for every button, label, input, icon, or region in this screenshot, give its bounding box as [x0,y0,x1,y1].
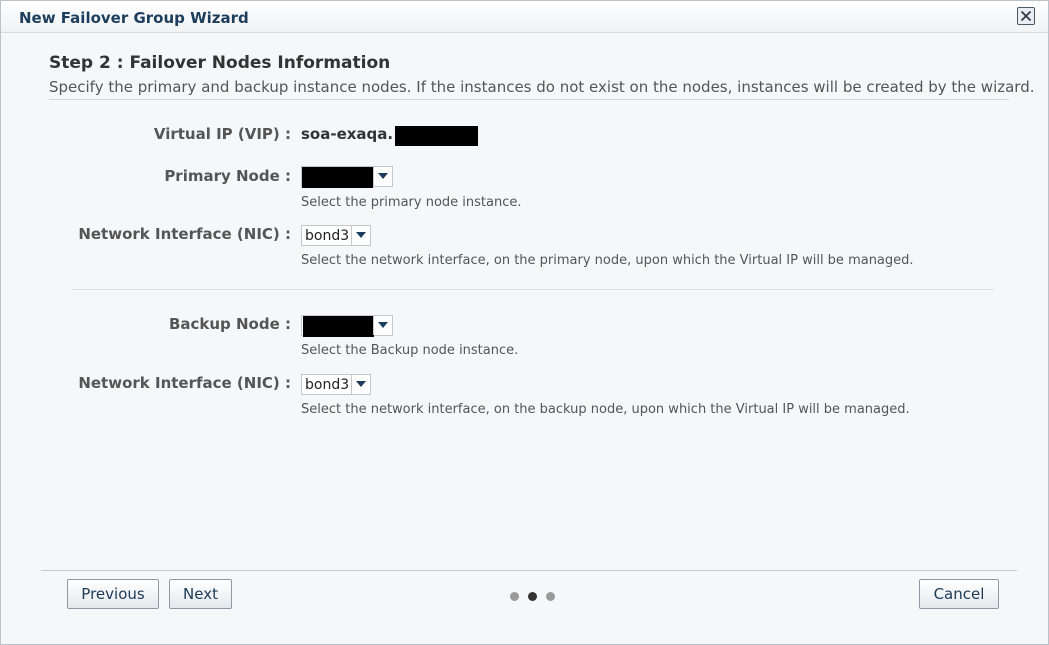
chevron-down-icon [378,173,388,179]
chevron-down-icon [356,232,366,238]
backup-nic-dropdown-button[interactable] [351,375,370,394]
redaction-block [302,167,373,188]
primary-node-hint: Select the primary node instance. [301,195,522,210]
primary-nic-select[interactable]: bond3 [301,225,371,246]
redaction-block [395,126,478,146]
step-dot-2 [528,592,537,601]
primary-nic-label: Network Interface (NIC) : [78,225,291,243]
previous-button[interactable]: Previous [67,579,159,609]
primary-nic-hint: Select the network interface, on the pri… [301,253,914,268]
backup-nic-hint: Select the network interface, on the bac… [301,402,910,417]
wizard-content: Step 2 : Failover Nodes Information Spec… [4,33,1044,641]
section-divider [71,289,994,290]
step-dot-3 [546,592,555,601]
backup-node-select[interactable] [301,315,393,337]
backup-node-label: Backup Node : [168,315,291,333]
backup-nic-label: Network Interface (NIC) : [78,374,291,392]
close-button[interactable] [1017,7,1035,25]
backup-nic-value: bond3 [305,377,350,393]
step-train [510,592,560,602]
redaction-block [303,316,374,337]
step-description: Specify the primary and backup instance … [49,78,1035,96]
primary-node-label: Primary Node : [164,167,291,185]
primary-nic-value: bond3 [305,228,350,244]
header-divider [49,99,1009,100]
cancel-button[interactable]: Cancel [919,579,999,609]
step-dot-1 [510,592,519,601]
dialog-title: New Failover Group Wizard [19,9,249,27]
close-icon [1020,10,1032,22]
step-title: Step 2 : Failover Nodes Information [49,53,391,73]
backup-nic-select[interactable]: bond3 [301,374,371,395]
primary-node-select[interactable] [301,166,393,188]
title-bar: New Failover Group Wizard [1,1,1048,33]
next-button[interactable]: Next [169,579,232,609]
wizard-dialog: New Failover Group Wizard Step 2 : Failo… [0,0,1049,645]
backup-node-hint: Select the Backup node instance. [301,343,519,358]
vip-value: soa-exaqa. [301,125,394,143]
chevron-down-icon [378,322,388,328]
primary-nic-dropdown-button[interactable] [351,226,370,245]
vip-label: Virtual IP (VIP) : [153,125,291,143]
footer-divider [41,570,1017,571]
backup-node-dropdown-button[interactable] [373,316,392,335]
primary-node-dropdown-button[interactable] [373,167,392,186]
chevron-down-icon [356,381,366,387]
